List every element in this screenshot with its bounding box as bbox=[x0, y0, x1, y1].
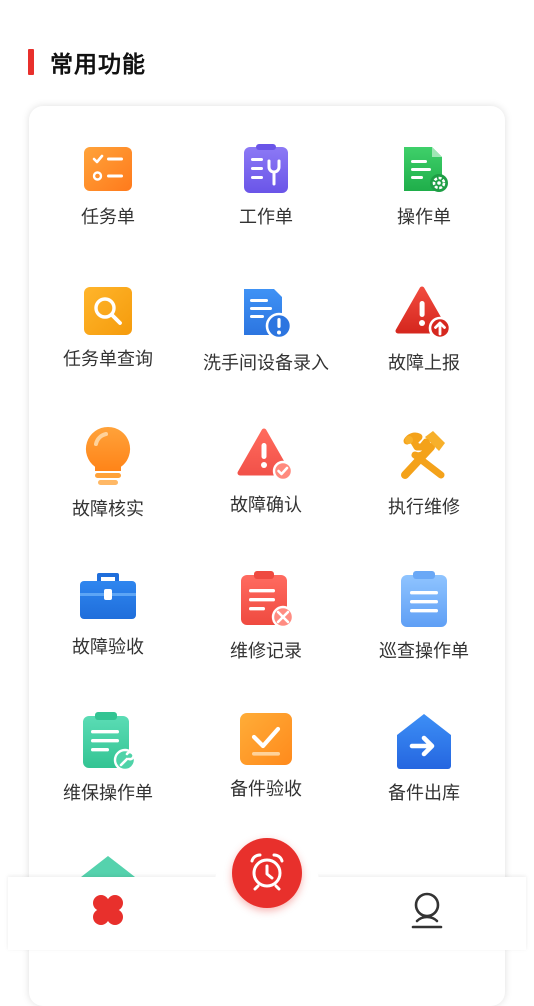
item-label: 故障确认 bbox=[230, 495, 302, 516]
item-label: 维修记录 bbox=[230, 641, 302, 662]
item-execute-repair[interactable]: 执行维修 bbox=[345, 390, 503, 518]
house-arrow-icon bbox=[394, 711, 454, 771]
nav-profile-button[interactable] bbox=[405, 890, 449, 934]
alarm-button[interactable] bbox=[232, 838, 302, 908]
clipboard-wrench-icon bbox=[78, 711, 138, 772]
item-spare-outbound[interactable]: 备件出库 bbox=[345, 674, 503, 804]
alarm-clock-icon bbox=[246, 850, 288, 896]
item-label: 备件出库 bbox=[388, 783, 460, 804]
item-task-query[interactable]: 任务单查询 bbox=[29, 248, 187, 370]
item-label: 故障验收 bbox=[72, 637, 144, 658]
item-operation-order[interactable]: 操作单 bbox=[345, 106, 503, 228]
item-work-order[interactable]: 工作单 bbox=[187, 106, 345, 228]
document-alert-icon bbox=[236, 285, 296, 341]
item-repair-record[interactable]: 维修记录 bbox=[187, 532, 345, 662]
item-fault-acceptance[interactable]: 故障验收 bbox=[29, 532, 187, 658]
item-label: 任务单查询 bbox=[63, 349, 153, 370]
task-list-icon bbox=[78, 143, 138, 195]
item-label: 维保操作单 bbox=[63, 783, 153, 804]
item-fault-verify[interactable]: 故障核实 bbox=[29, 390, 187, 520]
item-spare-acceptance[interactable]: 备件验收 bbox=[187, 674, 345, 800]
item-label: 备件验收 bbox=[230, 779, 302, 800]
search-icon bbox=[78, 285, 138, 337]
item-inspection-order[interactable]: 巡查操作单 bbox=[345, 532, 503, 662]
item-task-list[interactable]: 任务单 bbox=[29, 106, 187, 228]
item-label: 执行维修 bbox=[388, 497, 460, 518]
section-accent-bar bbox=[28, 49, 34, 75]
clover-icon bbox=[88, 890, 128, 934]
section-header: 常用功能 bbox=[28, 46, 146, 78]
item-label: 任务单 bbox=[81, 207, 135, 228]
toolbox-icon bbox=[78, 569, 138, 625]
clipboard-icon bbox=[394, 569, 454, 629]
item-maintenance-order[interactable]: 维保操作单 bbox=[29, 674, 187, 804]
tools-icon bbox=[394, 427, 454, 485]
item-label: 故障上报 bbox=[388, 353, 460, 374]
warning-check-icon bbox=[236, 427, 296, 483]
operation-order-icon bbox=[394, 143, 454, 195]
item-label: 操作单 bbox=[397, 207, 451, 228]
item-restroom-equipment-entry[interactable]: 洗手间设备录入 bbox=[187, 248, 345, 374]
item-label: 工作单 bbox=[239, 207, 293, 228]
item-fault-confirm[interactable]: 故障确认 bbox=[187, 390, 345, 516]
nav-home-button[interactable] bbox=[86, 890, 130, 934]
user-icon bbox=[409, 890, 445, 934]
warning-upload-icon bbox=[394, 285, 454, 341]
clipboard-repair-icon bbox=[236, 569, 296, 629]
item-label: 洗手间设备录入 bbox=[203, 353, 329, 374]
checkbox-icon bbox=[236, 711, 296, 767]
section-title: 常用功能 bbox=[50, 52, 146, 78]
work-order-icon bbox=[236, 143, 296, 195]
item-label: 巡查操作单 bbox=[379, 641, 469, 662]
item-label: 故障核实 bbox=[72, 499, 144, 520]
lightbulb-icon bbox=[78, 426, 138, 487]
item-fault-report[interactable]: 故障上报 bbox=[345, 248, 503, 374]
